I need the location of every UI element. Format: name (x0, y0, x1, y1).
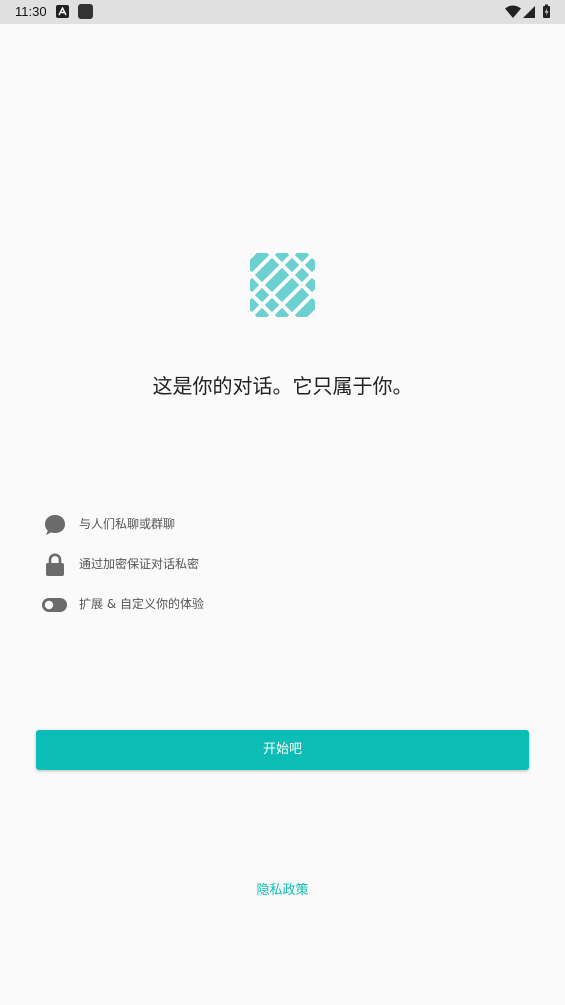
feature-item-customize: 扩展 & 自定义你的体验 (42, 592, 522, 620)
app-icon-square (78, 4, 93, 19)
feature-text-chat: 与人们私聊或群聊 (79, 517, 176, 531)
feature-text-customize: 扩展 & 自定义你的体验 (79, 597, 204, 611)
status-time: 11:30 (15, 4, 47, 19)
battery-icon (543, 4, 550, 18)
app-icon-a (56, 5, 69, 18)
signal-icon (523, 6, 535, 18)
status-icons (505, 4, 553, 20)
feature-item-encryption: 通过加密保证对话私密 (42, 552, 522, 580)
wifi-icon (505, 5, 521, 18)
welcome-headline: 这是你的对话。它只属于你。 (152, 374, 413, 398)
chat-bubble-icon (42, 512, 68, 538)
toggle-icon (42, 592, 68, 618)
status-bar: 11:30 (0, 0, 565, 24)
woven-pattern-logo (250, 253, 315, 317)
start-button[interactable]: 开始吧 (36, 730, 529, 770)
feature-item-chat: 与人们私聊或群聊 (42, 512, 522, 540)
lock-icon (42, 552, 68, 578)
feature-text-encryption: 通过加密保证对话私密 (79, 557, 200, 571)
privacy-policy-link[interactable]: 隐私政策 (0, 882, 565, 900)
